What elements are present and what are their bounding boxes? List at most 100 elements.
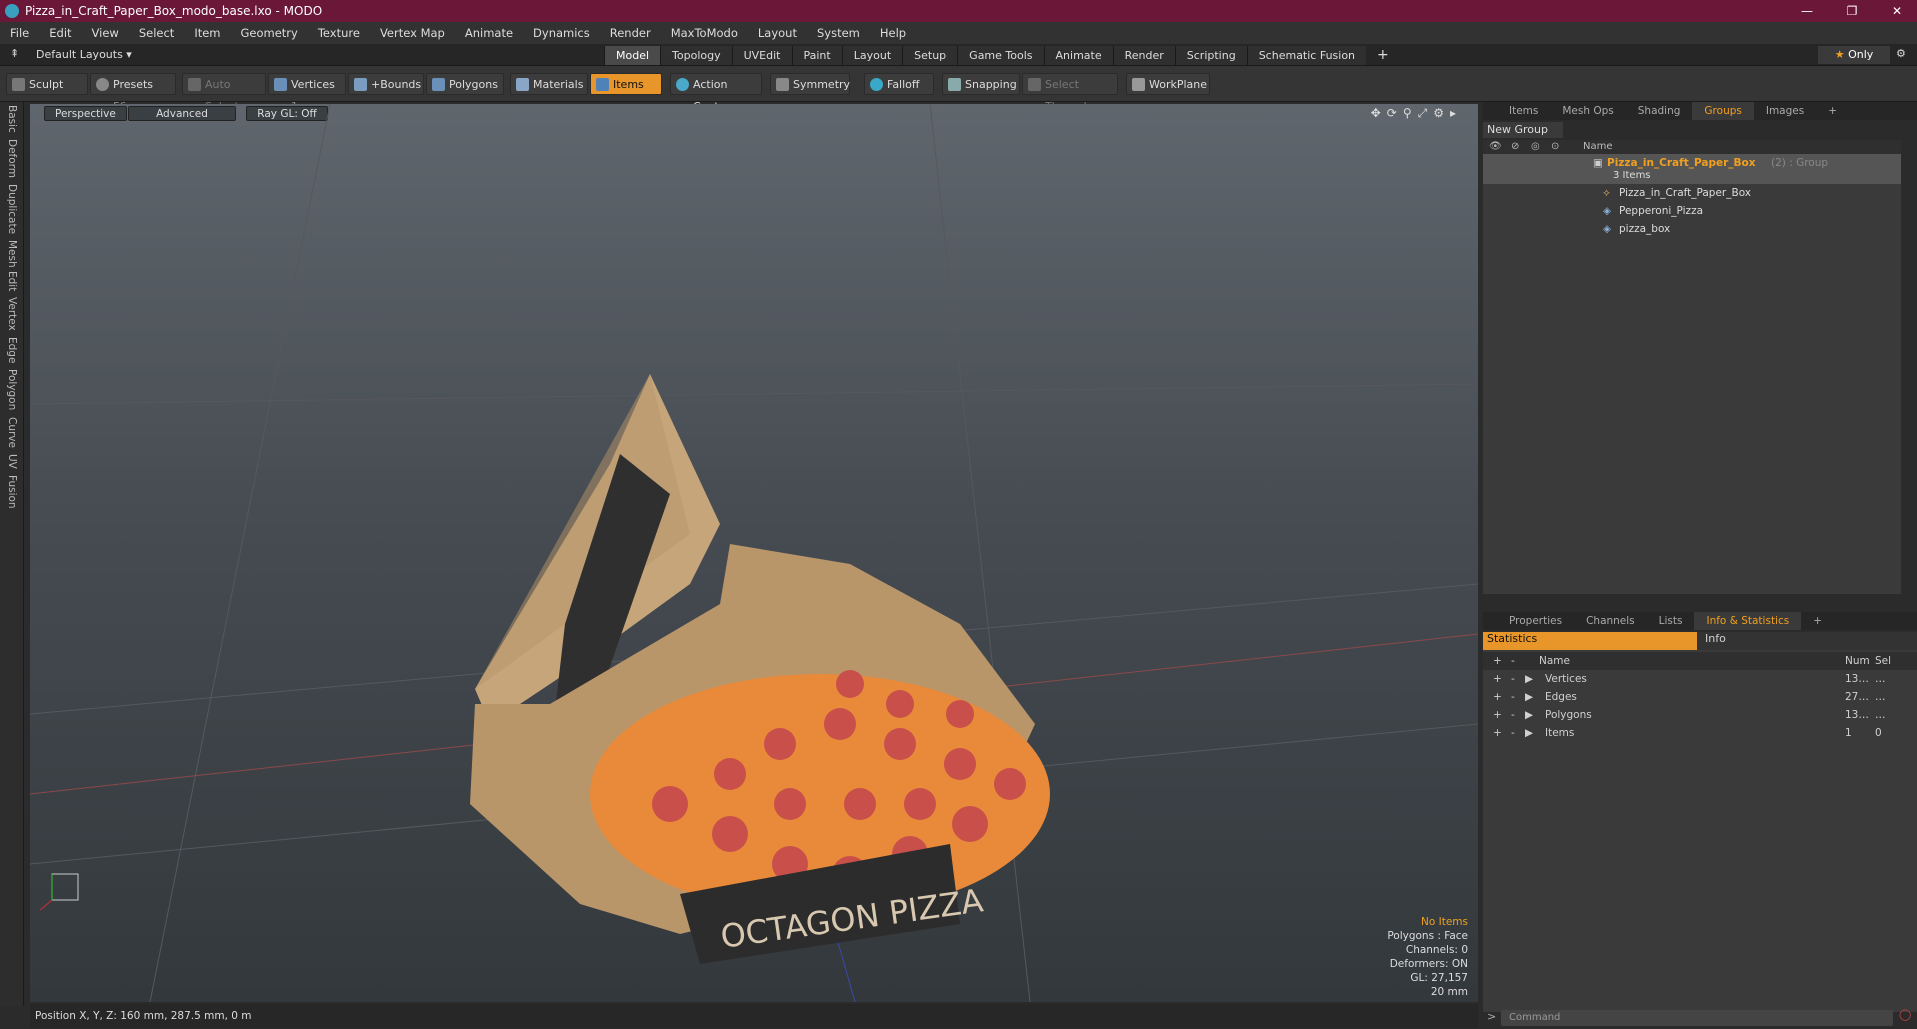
tab-properties[interactable]: Properties bbox=[1497, 612, 1574, 630]
stat-name: Items bbox=[1545, 727, 1575, 739]
vertices-label: Vertices bbox=[291, 78, 335, 91]
lefttab-curve[interactable]: Curve bbox=[6, 414, 18, 451]
record-icon[interactable]: ◯ bbox=[1899, 1008, 1911, 1021]
3d-viewport[interactable]: Perspective Advanced Ray GL: Off ✥⟳⚲⤢⚙▸ … bbox=[30, 104, 1478, 1002]
menu-vertex-map[interactable]: Vertex Map bbox=[370, 22, 455, 44]
menu-render[interactable]: Render bbox=[600, 22, 661, 44]
hud-scale: 20 mm bbox=[1430, 986, 1468, 998]
stat-num: 1 bbox=[1845, 727, 1852, 739]
auto-select-button[interactable]: Auto Select bbox=[182, 73, 266, 113]
menu-texture[interactable]: Texture bbox=[308, 22, 370, 44]
default-layouts-dropdown[interactable]: Default Layouts ▾ bbox=[36, 44, 132, 66]
select-col-icon[interactable]: ◎ bbox=[1531, 140, 1540, 154]
tree-item[interactable]: ◈ Pepperoni_Pizza bbox=[1483, 202, 1901, 220]
symmetry-button[interactable]: Symmetry bbox=[770, 73, 850, 95]
materials-button[interactable]: Materials bbox=[510, 73, 588, 95]
tree-item[interactable]: ⟡ Pizza_in_Craft_Paper_Box bbox=[1483, 184, 1901, 202]
lefttab-uv[interactable]: UV bbox=[6, 451, 18, 472]
add-tab-icon[interactable]: + bbox=[1366, 46, 1400, 65]
tab-items[interactable]: Items bbox=[1497, 102, 1550, 120]
tab-paint[interactable]: Paint bbox=[791, 46, 842, 65]
vertices-button[interactable]: Vertices 1 bbox=[268, 73, 346, 113]
select-through-icon bbox=[1028, 78, 1041, 91]
tab-groups[interactable]: Groups bbox=[1692, 102, 1754, 120]
lefttab-fusion[interactable]: Fusion bbox=[6, 472, 18, 512]
command-input[interactable]: Command bbox=[1501, 1010, 1893, 1026]
menu-view[interactable]: View bbox=[82, 22, 129, 44]
stats-row-items[interactable]: + - ▶ Items 1 0 bbox=[1483, 724, 1917, 742]
tab-add-bottom[interactable]: + bbox=[1801, 612, 1834, 630]
only-button[interactable]: ★ Only bbox=[1818, 46, 1890, 64]
stats-row-edges[interactable]: + - ▶ Edges 27…… bbox=[1483, 688, 1917, 706]
menu-dynamics[interactable]: Dynamics bbox=[523, 22, 600, 44]
menu-select[interactable]: Select bbox=[129, 22, 184, 44]
tab-info-statistics[interactable]: Info & Statistics bbox=[1694, 612, 1802, 630]
lefttab-edge[interactable]: Edge bbox=[6, 334, 18, 366]
sculpt-button[interactable]: Sculpt bbox=[6, 73, 88, 95]
maximize-button[interactable]: ❐ bbox=[1832, 0, 1872, 22]
close-button[interactable]: ✕ bbox=[1877, 0, 1917, 22]
info-tab[interactable]: Info bbox=[1697, 632, 1917, 650]
tab-mesh-ops[interactable]: Mesh Ops bbox=[1550, 102, 1625, 120]
stats-row-polygons[interactable]: + - ▶ Polygons 13…… bbox=[1483, 706, 1917, 724]
tab-channels[interactable]: Channels bbox=[1574, 612, 1647, 630]
tab-lists[interactable]: Lists bbox=[1647, 612, 1695, 630]
new-group-button[interactable]: New Group bbox=[1483, 122, 1563, 138]
action-center-button[interactable]: Action Center bbox=[670, 73, 762, 113]
gear-icon[interactable]: ⚙ bbox=[1896, 47, 1906, 60]
lefttab-duplicate[interactable]: Duplicate bbox=[6, 181, 18, 237]
lefttab-mesh-edit[interactable]: Mesh Edit bbox=[6, 237, 18, 294]
tab-scripting[interactable]: Scripting bbox=[1174, 46, 1247, 65]
lefttab-vertex[interactable]: Vertex bbox=[6, 294, 18, 334]
layout-tab-bar: Default Layouts ▾ ⇞ Model Topology UVEdi… bbox=[0, 44, 1917, 66]
tab-animate[interactable]: Animate bbox=[1043, 46, 1113, 65]
lock-col-icon[interactable]: ⊘ bbox=[1511, 140, 1519, 154]
lefttab-deform[interactable]: Deform bbox=[6, 136, 18, 181]
snapping-button[interactable]: Snapping bbox=[942, 73, 1020, 95]
tab-shading[interactable]: Shading bbox=[1626, 102, 1693, 120]
bounds-button[interactable]: +Bounds bbox=[348, 73, 424, 95]
tab-game-tools[interactable]: Game Tools bbox=[957, 46, 1044, 65]
tab-schematic-fusion[interactable]: Schematic Fusion bbox=[1246, 46, 1367, 65]
workplane-button[interactable]: WorkPlane bbox=[1126, 73, 1210, 95]
menu-maxtomodo[interactable]: MaxToModo bbox=[661, 22, 748, 44]
select-through-button[interactable]: Select Through bbox=[1022, 73, 1118, 113]
presets-button[interactable]: Presets F6 bbox=[90, 73, 176, 113]
expand-all-icon[interactable]: + bbox=[1493, 652, 1502, 670]
statistics-tab[interactable]: Statistics bbox=[1483, 632, 1697, 650]
menu-file[interactable]: File bbox=[0, 22, 39, 44]
falloff-button[interactable]: Falloff bbox=[864, 73, 934, 95]
items-button[interactable]: Items bbox=[590, 73, 662, 95]
menu-system[interactable]: System bbox=[807, 22, 870, 44]
eye-icon[interactable]: 👁 bbox=[1489, 140, 1502, 154]
tab-uvedit[interactable]: UVEdit bbox=[731, 46, 792, 65]
group-row[interactable]: ▣ Pizza_in_Craft_Paper_Box (2) : Group 3… bbox=[1483, 154, 1901, 184]
menu-animate[interactable]: Animate bbox=[455, 22, 523, 44]
tab-add[interactable]: + bbox=[1816, 102, 1849, 120]
right-panel: Items Mesh Ops Shading Groups Images + N… bbox=[1483, 102, 1917, 1028]
lefttab-polygon[interactable]: Polygon bbox=[6, 366, 18, 413]
tab-images[interactable]: Images bbox=[1754, 102, 1816, 120]
layout-collapse-icon[interactable]: ⇞ bbox=[10, 47, 19, 60]
stats-row-vertices[interactable]: + - ▶ Vertices 13…… bbox=[1483, 670, 1917, 688]
tool-bar: Sculpt Presets F6 Auto Select Vertices 1… bbox=[0, 66, 1917, 113]
tab-topology[interactable]: Topology bbox=[660, 46, 732, 65]
menu-geometry[interactable]: Geometry bbox=[231, 22, 308, 44]
collapse-all-icon[interactable]: - bbox=[1511, 652, 1515, 670]
tree-item[interactable]: ◈ pizza_box bbox=[1483, 220, 1901, 238]
symmetry-icon bbox=[776, 78, 789, 91]
minimize-button[interactable]: — bbox=[1787, 0, 1827, 22]
polygons-button[interactable]: Polygons bbox=[426, 73, 504, 95]
tab-render[interactable]: Render bbox=[1112, 46, 1175, 65]
lefttab-basic[interactable]: Basic bbox=[6, 102, 18, 136]
menu-edit[interactable]: Edit bbox=[39, 22, 81, 44]
menu-help[interactable]: Help bbox=[870, 22, 916, 44]
menu-item[interactable]: Item bbox=[184, 22, 230, 44]
stat-name: Edges bbox=[1545, 691, 1577, 703]
render-col-icon[interactable]: ⊙ bbox=[1551, 140, 1559, 154]
tab-model[interactable]: Model bbox=[604, 46, 661, 65]
menu-layout[interactable]: Layout bbox=[748, 22, 807, 44]
stat-sel: … bbox=[1875, 691, 1886, 703]
tab-layout[interactable]: Layout bbox=[841, 46, 903, 65]
tab-setup[interactable]: Setup bbox=[902, 46, 958, 65]
